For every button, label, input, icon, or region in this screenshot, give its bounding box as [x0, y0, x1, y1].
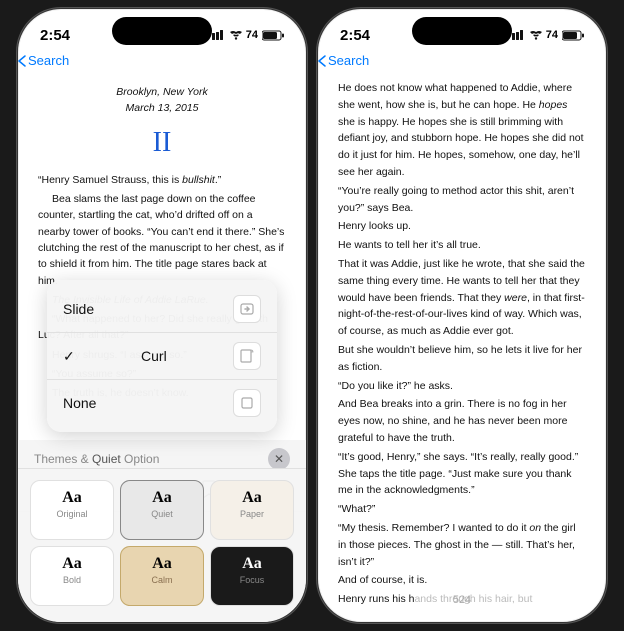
theme-paper[interactable]: Aa Paper — [210, 480, 294, 540]
right-para-3: Henry looks up. — [338, 218, 586, 235]
theme-focus-aa: Aa — [242, 555, 262, 573]
phones-container: 2:54 74 Search Brooklyn, New YorkMarch 1… — [17, 8, 607, 623]
none-icon — [233, 389, 261, 417]
right-para-1: He does not know what happened to Addie,… — [338, 80, 586, 181]
theme-bold[interactable]: Aa Bold — [30, 546, 114, 606]
right-back-label: Search — [328, 53, 369, 68]
right-status-icons: 74 — [512, 29, 584, 41]
left-time: 2:54 — [40, 27, 70, 44]
page-number: 524 — [453, 594, 471, 606]
slide-option[interactable]: Slide — [47, 286, 277, 332]
chapter-number: II — [38, 121, 286, 164]
right-para-2: “You’re really going to method actor thi… — [338, 183, 586, 217]
right-book-content: He does not know what happened to Addie,… — [318, 68, 606, 608]
right-para-10: “What?” — [338, 501, 586, 518]
left-back-button[interactable]: Search — [18, 53, 306, 68]
theme-cards-grid: Aa Original Aa Quiet Aa Paper Aa Bold Aa… — [18, 472, 306, 622]
right-nav-bar: Search — [318, 53, 606, 68]
left-phone: 2:54 74 Search Brooklyn, New YorkMarch 1… — [17, 8, 307, 623]
curl-option[interactable]: ✓ Curl — [47, 333, 277, 379]
right-para-5: That it was Addie, just like he wrote, t… — [338, 256, 586, 340]
right-phone: 2:54 74 Search He does not know what hap… — [317, 8, 607, 623]
theme-quiet[interactable]: Aa Quiet — [120, 480, 204, 540]
close-button[interactable]: ✕ — [268, 448, 290, 470]
theme-paper-aa: Aa — [242, 489, 262, 507]
none-option[interactable]: None — [47, 380, 277, 426]
theme-quiet-label: Quiet — [151, 509, 173, 519]
right-para-9: “It’s good, Henry,” she says. “It’s real… — [338, 449, 586, 499]
theme-original-label: Original — [56, 509, 87, 519]
left-status-icons: 74 — [212, 29, 284, 41]
theme-paper-label: Paper — [240, 509, 264, 519]
dynamic-island — [112, 17, 212, 45]
slide-label: Slide — [63, 301, 94, 317]
theme-calm[interactable]: Aa Calm — [120, 546, 204, 606]
right-back-button[interactable]: Search — [318, 53, 606, 68]
left-nav-bar: Search — [18, 53, 306, 68]
theme-focus[interactable]: Aa Focus — [210, 546, 294, 606]
theme-original[interactable]: Aa Original — [30, 480, 114, 540]
right-para-7: “Do you like it?” he asks. — [338, 378, 586, 395]
curl-icon — [233, 342, 261, 370]
curl-label: Curl — [141, 348, 167, 364]
theme-quiet-aa: Aa — [152, 489, 172, 507]
left-para-2: Bea slams the last page down on the coff… — [38, 191, 286, 289]
right-para-4: He wants to tell her it’s all true. — [338, 237, 586, 254]
book-location: Brooklyn, New YorkMarch 13, 2015 — [38, 84, 286, 117]
theme-bold-aa: Aa — [62, 555, 82, 573]
theme-calm-aa: Aa — [152, 555, 172, 573]
right-para-8: And Bea breaks into a grin. There is no … — [338, 396, 586, 446]
left-back-label: Search — [28, 53, 69, 68]
theme-focus-label: Focus — [240, 575, 265, 585]
right-time: 2:54 — [340, 27, 370, 44]
theme-bold-label: Bold — [63, 575, 81, 585]
themes-label: Themes & Quiet Option — [34, 452, 159, 466]
right-dynamic-island — [412, 17, 512, 45]
right-para-6: But she wouldn’t believe him, so he lets… — [338, 342, 586, 376]
curl-checkmark: ✓ — [63, 348, 75, 365]
slide-icon — [233, 295, 261, 323]
theme-calm-label: Calm — [151, 575, 172, 585]
transition-panel: Slide ✓ Curl None — [47, 280, 277, 432]
none-label: None — [63, 395, 96, 411]
right-para-12: And of course, it is. — [338, 572, 586, 589]
left-para-1: “Henry Samuel Strauss, this is bullshit.… — [38, 172, 286, 188]
theme-original-aa: Aa — [62, 489, 82, 507]
right-para-11: “My thesis. Remember? I wanted to do it … — [338, 520, 586, 570]
